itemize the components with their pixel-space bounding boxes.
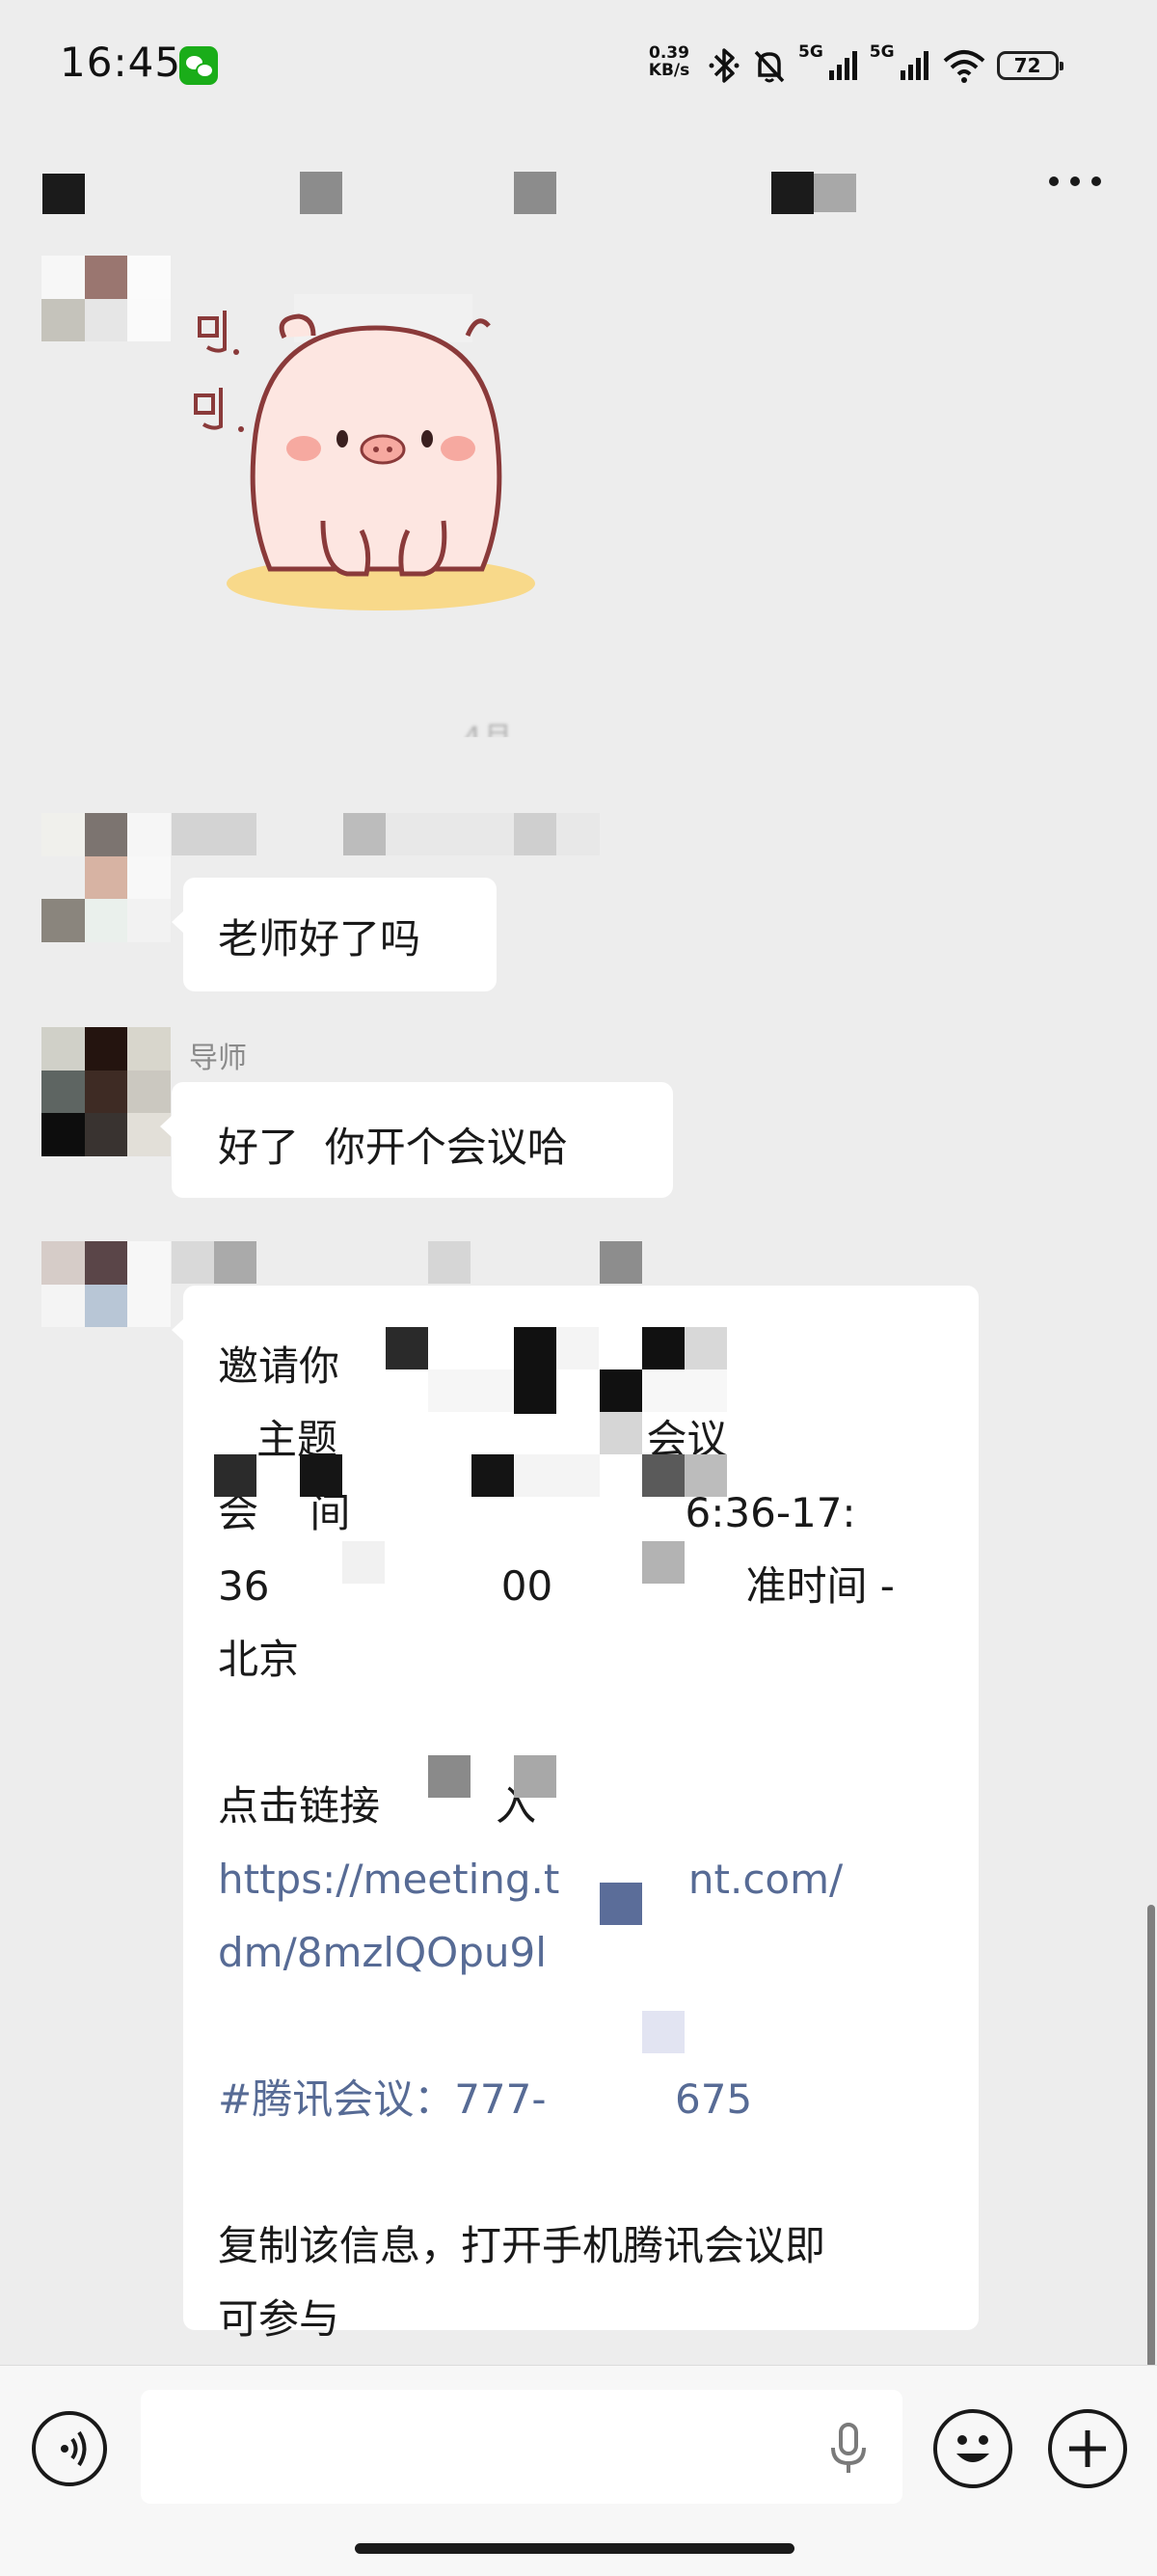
message-input[interactable]	[141, 2390, 902, 2504]
signal-strength-icon	[900, 51, 928, 80]
redaction-block	[814, 174, 856, 212]
sender-name: 导师	[189, 1042, 247, 1075]
redaction-block	[514, 1454, 600, 1497]
avatar[interactable]	[41, 1027, 171, 1156]
redaction-block	[685, 1327, 727, 1369]
voice-toggle-button[interactable]	[32, 2411, 107, 2486]
network-speed-unit: KB/s	[648, 61, 690, 80]
bluetooth-icon	[709, 48, 740, 83]
avatar[interactable]	[41, 256, 171, 385]
redaction-block	[172, 813, 256, 855]
emoji-button[interactable]	[933, 2409, 1012, 2488]
message-bubble[interactable]: 老师好了吗	[172, 878, 497, 991]
chat-scrollbar[interactable]	[1147, 1905, 1155, 2368]
status-icons: 5G 5G 72	[708, 42, 1063, 89]
home-indicator[interactable]	[355, 2543, 794, 2554]
redaction-block	[642, 1541, 685, 1584]
invite-click-link-label: 点击链接 入	[218, 1782, 537, 1830]
redaction-block	[428, 1755, 471, 1798]
redaction-block	[172, 1241, 214, 1284]
redaction-block	[471, 1454, 514, 1497]
mute-bell-icon	[754, 50, 785, 83]
redaction-block	[428, 1369, 514, 1412]
redaction-block	[514, 1755, 556, 1798]
wechat-notification-icon	[179, 46, 218, 85]
battery-indicator: 72	[996, 51, 1063, 80]
sim2-network-label: 5G	[869, 42, 895, 62]
redaction-block	[642, 2011, 685, 2053]
meeting-link[interactable]: dm/8mzlQOpu9l	[218, 1916, 942, 1990]
redaction-block	[514, 172, 556, 214]
meeting-invite-bubble[interactable]: 邀请你 主题 会议 会 间 6:36-17: 36 00 准时间 - 北京 点击…	[172, 1286, 979, 2343]
network-speed-value: 0.39	[649, 43, 689, 63]
redaction-block	[642, 1369, 727, 1412]
plus-icon	[1069, 2430, 1106, 2467]
network-speed: 0.39 KB/s	[644, 44, 694, 79]
more-options-icon[interactable]	[1041, 162, 1109, 201]
signal-strength-icon	[828, 51, 857, 80]
redaction-block	[642, 1327, 685, 1369]
meeting-id-link[interactable]: #腾讯会议：777- 675	[218, 2063, 942, 2136]
sim1-network-label: 5G	[798, 42, 823, 62]
microphone-icon[interactable]	[827, 2421, 870, 2477]
redaction-block	[556, 1327, 599, 1369]
avatar[interactable]	[41, 813, 171, 942]
more-actions-button[interactable]	[1048, 2409, 1127, 2488]
message-bubble[interactable]: 好了 你开个会议哈	[160, 1082, 673, 1198]
invite-footer: 复制该信息，打开手机腾讯会议即	[218, 2222, 826, 2269]
redaction-block	[600, 1369, 642, 1412]
redaction-block	[386, 1327, 428, 1369]
redaction-block	[642, 1454, 685, 1497]
meeting-link[interactable]: https://meeting.t nt.com/	[218, 1843, 942, 1916]
voice-icon	[61, 2430, 87, 2467]
redaction-block	[514, 1327, 556, 1414]
emoji-icon	[956, 2435, 989, 2462]
invite-timezone-line: 北京	[218, 1636, 300, 1683]
redaction-block	[600, 1883, 642, 1925]
avatar[interactable]	[41, 1241, 171, 1370]
message-text: 好了 你开个会议哈	[218, 1124, 568, 1171]
status-time: 16:45	[60, 39, 182, 86]
redaction-block	[42, 174, 85, 214]
redaction-block	[514, 813, 556, 855]
redaction-block	[214, 1241, 256, 1284]
wifi-icon	[943, 50, 984, 83]
redaction-block	[600, 1241, 642, 1284]
redaction-block	[600, 1412, 642, 1454]
redaction-block	[343, 813, 386, 855]
pig-sticker[interactable]	[178, 289, 554, 627]
redaction-block	[771, 172, 814, 214]
redaction-block	[214, 1454, 256, 1497]
redaction-block	[300, 172, 342, 214]
invite-time-line: 36 00 准时间 -	[218, 1562, 895, 1610]
redaction-block	[300, 1454, 342, 1497]
redaction-block	[685, 1454, 727, 1497]
redaction-block	[342, 1541, 385, 1584]
redaction-block	[428, 1241, 471, 1284]
redaction-block	[386, 813, 600, 855]
message-text: 老师好了吗	[218, 915, 421, 963]
invite-footer: 可参与	[218, 2295, 340, 2343]
time-divider: 4月	[463, 721, 515, 755]
